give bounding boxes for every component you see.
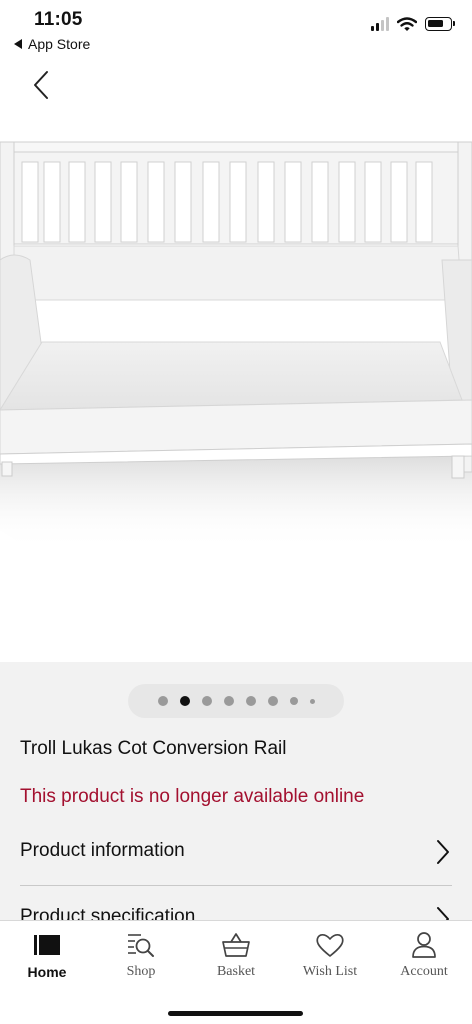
carousel-dot[interactable] — [309, 698, 315, 704]
carousel-dot[interactable] — [223, 696, 234, 706]
home-icon — [34, 935, 60, 955]
product-information-label: Product information — [20, 840, 185, 861]
product-image[interactable] — [0, 110, 472, 662]
carousel-dot[interactable] — [267, 696, 278, 706]
chevron-left-icon — [34, 71, 48, 99]
basket-icon — [222, 933, 250, 957]
tab-wish-list[interactable]: Wish List — [283, 921, 377, 993]
cellular-signal-icon — [371, 17, 389, 31]
carousel-dot[interactable] — [157, 696, 168, 706]
carousel-dot-active[interactable] — [179, 696, 190, 706]
status-icons — [371, 14, 455, 34]
tab-home-label: Home — [27, 964, 67, 980]
carousel-dot[interactable] — [245, 696, 256, 706]
status-bar: 11:05 App Store — [0, 0, 472, 54]
product-specification-label: Product specification — [20, 906, 196, 920]
product-specification-row[interactable]: Product specification — [20, 894, 452, 920]
battery-icon — [425, 17, 455, 31]
chevron-right-icon — [437, 907, 449, 920]
tab-shop-label: Shop — [126, 964, 156, 979]
section-divider — [20, 885, 452, 886]
wifi-icon — [397, 16, 417, 31]
carousel-dot[interactable] — [289, 697, 298, 705]
tab-account[interactable]: Account — [377, 921, 471, 993]
tab-wish-list-label: Wish List — [302, 964, 358, 979]
back-triangle-icon — [14, 39, 22, 49]
back-button[interactable] — [26, 64, 60, 104]
product-information-row[interactable]: Product information — [20, 824, 452, 880]
status-time: 11:05 — [34, 9, 83, 30]
chevron-right-icon — [437, 840, 449, 864]
tab-account-label: Account — [400, 964, 448, 979]
product-title: Troll Lukas Cot Conversion Rail — [20, 738, 287, 759]
back-app-label: App Store — [28, 36, 91, 52]
shop-search-icon — [128, 934, 154, 957]
account-icon — [412, 932, 436, 958]
tab-shop[interactable]: Shop — [94, 921, 188, 993]
tab-basket[interactable]: Basket — [189, 921, 283, 993]
home-indicator[interactable] — [168, 1011, 303, 1016]
carousel-dot[interactable] — [201, 696, 212, 706]
bottom-tab-bar: Home Shop Basket Wish List Account — [0, 920, 472, 1024]
tab-home[interactable]: Home — [0, 921, 94, 993]
availability-message: This product is no longer available onli… — [20, 786, 365, 807]
image-pagination — [128, 684, 344, 718]
heart-icon — [316, 933, 344, 957]
cot-conversion-rail-image — [0, 141, 472, 550]
tab-basket-label: Basket — [216, 964, 256, 979]
back-to-app-store[interactable]: App Store — [14, 36, 90, 52]
